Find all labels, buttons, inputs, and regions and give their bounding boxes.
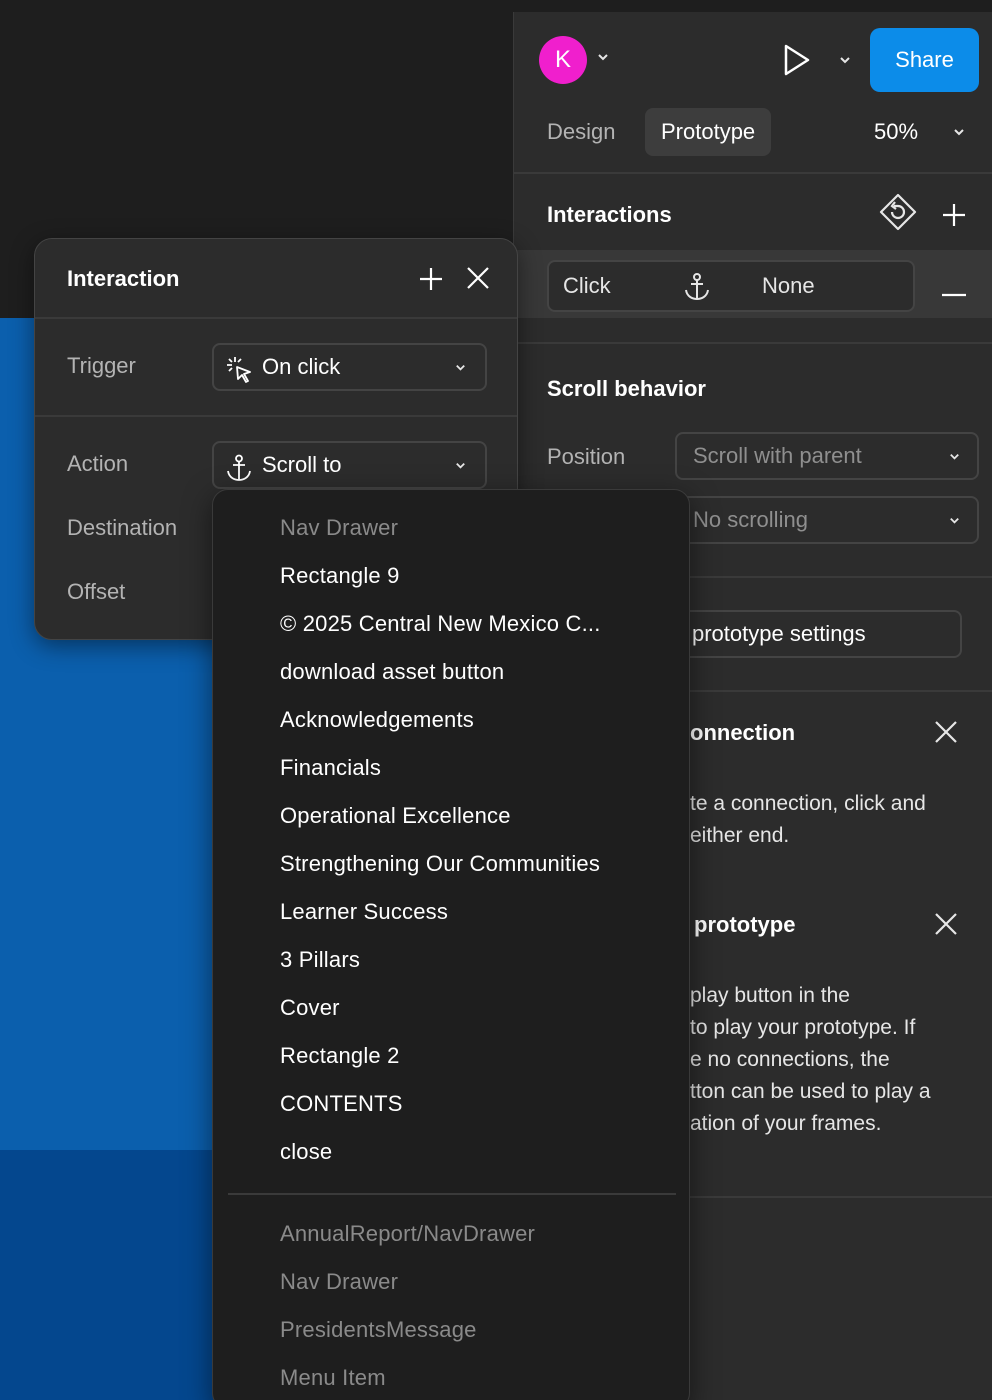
position-select-value: Scroll with parent [693,443,862,468]
share-button[interactable]: Share [870,28,979,92]
remove-interaction-minus-icon[interactable] [942,284,966,302]
menu-item[interactable]: © 2025 Central New Mexico C... [280,600,601,648]
menu-item[interactable]: Learner Success [280,888,448,936]
interaction-row[interactable]: Click None [547,260,915,312]
help-prototype-body-line: tton can be used to play a [690,1080,931,1103]
interaction-action-text: None [762,273,815,298]
menu-item[interactable]: Cover [280,984,340,1032]
divider [35,317,517,319]
trigger-select[interactable]: On click [212,343,487,391]
action-select[interactable]: Scroll to [212,441,487,489]
action-value: Scroll to [262,452,342,477]
overflow-select-value: No scrolling [693,507,808,532]
destination-dropdown-menu: Nav Drawer Rectangle 9 © 2025 Central Ne… [212,489,690,1400]
click-cursor-icon [226,355,254,399]
flow-start-icon[interactable] [878,192,918,237]
menu-item[interactable]: Financials [280,744,381,792]
help-prototype-body-line: ation of your frames. [690,1112,882,1135]
menu-section-item: Nav Drawer [280,1269,399,1294]
avatar-chevron-down-icon[interactable] [596,50,610,67]
destination-label: Destination [67,515,178,540]
menu-item[interactable]: Operational Excellence [280,792,511,840]
menu-item[interactable]: Nav Drawer [280,504,398,552]
divider [514,342,992,344]
menu-item[interactable]: Rectangle 9 [280,552,400,600]
add-action-plus-icon[interactable] [419,267,443,296]
close-icon[interactable] [934,720,958,749]
add-interaction-plus-icon[interactable] [941,202,967,233]
user-avatar[interactable]: K [539,36,587,84]
action-label: Action [67,451,129,476]
zoom-chevron-down-icon[interactable] [952,125,966,144]
menu-item[interactable]: download asset button [280,648,504,696]
popover-title: Interaction [67,266,180,291]
chevron-down-icon [454,443,467,487]
trigger-value: On click [262,354,341,379]
tab-prototype[interactable]: Prototype [645,108,772,156]
help-prototype-body-line: e no connections, the [690,1048,890,1071]
help-prototype-title: prototype [694,912,796,937]
scroll-behavior-title: Scroll behavior [547,376,706,401]
menu-item[interactable]: close [280,1128,332,1176]
close-popover-icon[interactable] [467,267,489,294]
close-icon[interactable] [934,912,958,941]
menu-section-item: AnnualReport/NavDrawer [280,1221,536,1246]
chevron-down-icon [454,345,467,389]
divider [35,415,517,417]
help-prototype-body-line: play button in the [690,984,850,1007]
menu-section-item: Menu Item [280,1365,386,1390]
trigger-label: Trigger [67,353,136,378]
offset-label: Offset [67,579,126,604]
play-options-chevron-down-icon[interactable] [838,53,852,72]
position-label: Position [547,444,626,469]
zoom-level[interactable]: 50% [874,108,918,156]
help-prototype-body-line: to play your prototype. If [690,1016,916,1039]
anchor-icon [683,272,711,307]
menu-item[interactable]: Strengthening Our Communities [280,840,600,888]
menu-section-item: PresidentsMessage [280,1317,477,1342]
menu-item[interactable]: Acknowledgements [280,696,474,744]
prototype-settings-label: prototype settings [692,621,866,646]
menu-divider [228,1193,676,1195]
overflow-select[interactable]: No scrolling [675,496,979,544]
play-icon[interactable] [780,42,812,83]
menu-item[interactable]: 3 Pillars [280,936,360,984]
interactions-title: Interactions [547,202,672,227]
help-connection-body-line: either end. [690,824,790,847]
help-connection-body-line: te a connection, click and [690,792,926,815]
tab-design[interactable]: Design [531,108,631,156]
chevron-down-icon [948,434,961,478]
menu-item[interactable]: Rectangle 2 [280,1032,400,1080]
divider [514,172,992,174]
chevron-down-icon [948,498,961,542]
interaction-trigger-text: Click [563,273,611,298]
menu-item[interactable]: CONTENTS [280,1080,403,1128]
position-select[interactable]: Scroll with parent [675,432,979,480]
help-connection-title: onnection [690,720,796,745]
